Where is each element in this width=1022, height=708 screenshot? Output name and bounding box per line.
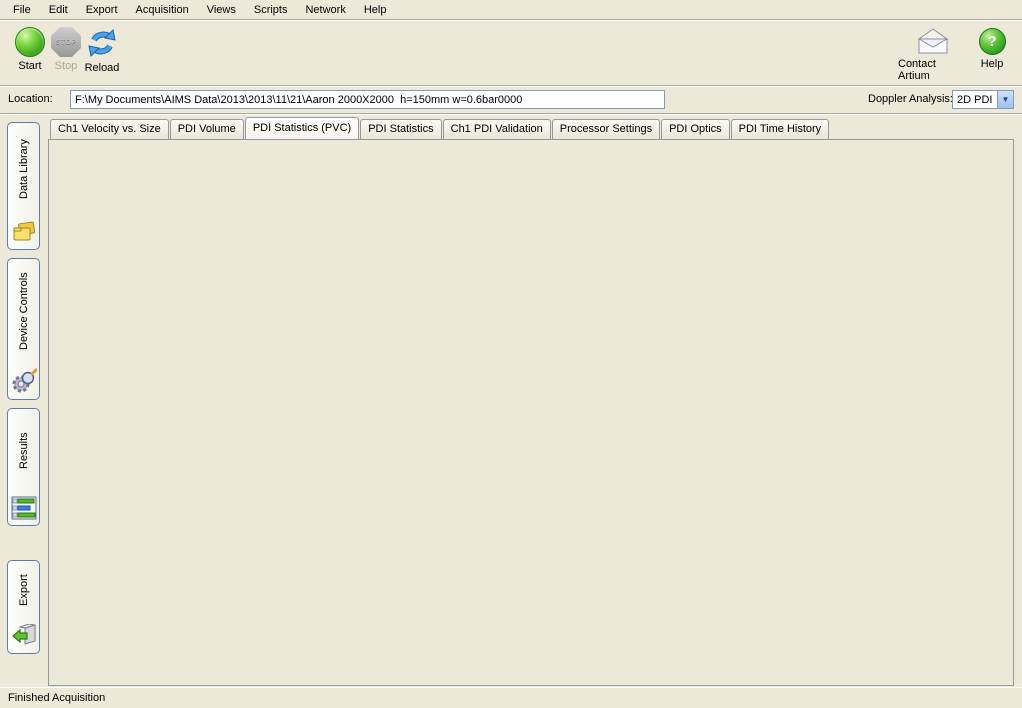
location-row: Location: Doppler Analysis: 2D PDI ▼ <box>0 87 1022 113</box>
gear-magnifier-icon <box>11 368 37 394</box>
separator <box>0 113 1022 115</box>
menu-views[interactable]: Views <box>198 2 245 18</box>
tab-pdi-optics[interactable]: PDI Optics <box>661 119 730 139</box>
doppler-analysis-select[interactable]: 2D PDI ▼ <box>952 90 1014 109</box>
help-button[interactable]: ? Help <box>968 23 1016 83</box>
tab-strip: Ch1 Velocity vs. Size PDI Volume PDI Sta… <box>50 118 830 139</box>
sidebar-item-data-library[interactable]: Data Library <box>7 122 40 250</box>
contact-artium-label: Contact Artium <box>898 58 968 82</box>
tab-pdi-statistics-pvc[interactable]: PDI Statistics (PVC) <box>245 117 359 139</box>
help-label: Help <box>981 58 1004 70</box>
tab-processor-settings[interactable]: Processor Settings <box>552 119 660 139</box>
doppler-analysis-value: 2D PDI <box>953 94 997 106</box>
tab-ch1-pdi-validation[interactable]: Ch1 PDI Validation <box>443 119 551 139</box>
menu-network[interactable]: Network <box>296 2 354 18</box>
location-input[interactable] <box>70 90 665 109</box>
sidebar-item-label: Export <box>18 561 30 624</box>
status-text: Finished Acquisition <box>8 692 105 704</box>
reload-icon <box>86 27 118 59</box>
doppler-analysis-label: Doppler Analysis: <box>868 93 953 105</box>
sidebar-item-export[interactable]: Export <box>7 560 40 654</box>
contact-artium-button[interactable]: Contact Artium <box>898 23 968 83</box>
menu-export[interactable]: Export <box>77 2 127 18</box>
reload-label: Reload <box>85 62 120 74</box>
folders-icon <box>11 220 37 244</box>
sidebar-item-label: Data Library <box>18 123 30 220</box>
menu-file[interactable]: File <box>4 2 40 18</box>
tab-pdi-volume[interactable]: PDI Volume <box>170 119 244 139</box>
sidebar-item-label: Results <box>18 409 30 496</box>
export-arrow-icon <box>11 624 37 648</box>
bar-chart-icon <box>11 496 37 520</box>
location-label: Location: <box>8 93 53 105</box>
tab-page <box>48 139 1014 686</box>
tab-ch1-velocity-vs-size[interactable]: Ch1 Velocity vs. Size <box>50 119 169 139</box>
reload-button[interactable]: Reload <box>74 23 130 83</box>
envelope-icon <box>915 27 951 55</box>
help-icon: ? <box>979 28 1006 55</box>
tab-pdi-statistics[interactable]: PDI Statistics <box>360 119 441 139</box>
menu-scripts[interactable]: Scripts <box>245 2 297 18</box>
tab-pdi-time-history[interactable]: PDI Time History <box>731 119 830 139</box>
menu-help[interactable]: Help <box>355 2 396 18</box>
status-bar: Finished Acquisition <box>0 687 1022 708</box>
sidebar-item-label: Device Controls <box>18 259 30 368</box>
toolbar: Start STOP Stop Reload Contact Artium ? … <box>0 21 1022 85</box>
sidebar-item-results[interactable]: Results <box>7 408 40 526</box>
menu-edit[interactable]: Edit <box>40 2 77 18</box>
menu-bar: File Edit Export Acquisition Views Scrip… <box>0 0 1022 19</box>
menu-acquisition[interactable]: Acquisition <box>127 2 198 18</box>
chevron-down-icon[interactable]: ▼ <box>997 91 1013 108</box>
sidebar-item-device-controls[interactable]: Device Controls <box>7 258 40 400</box>
